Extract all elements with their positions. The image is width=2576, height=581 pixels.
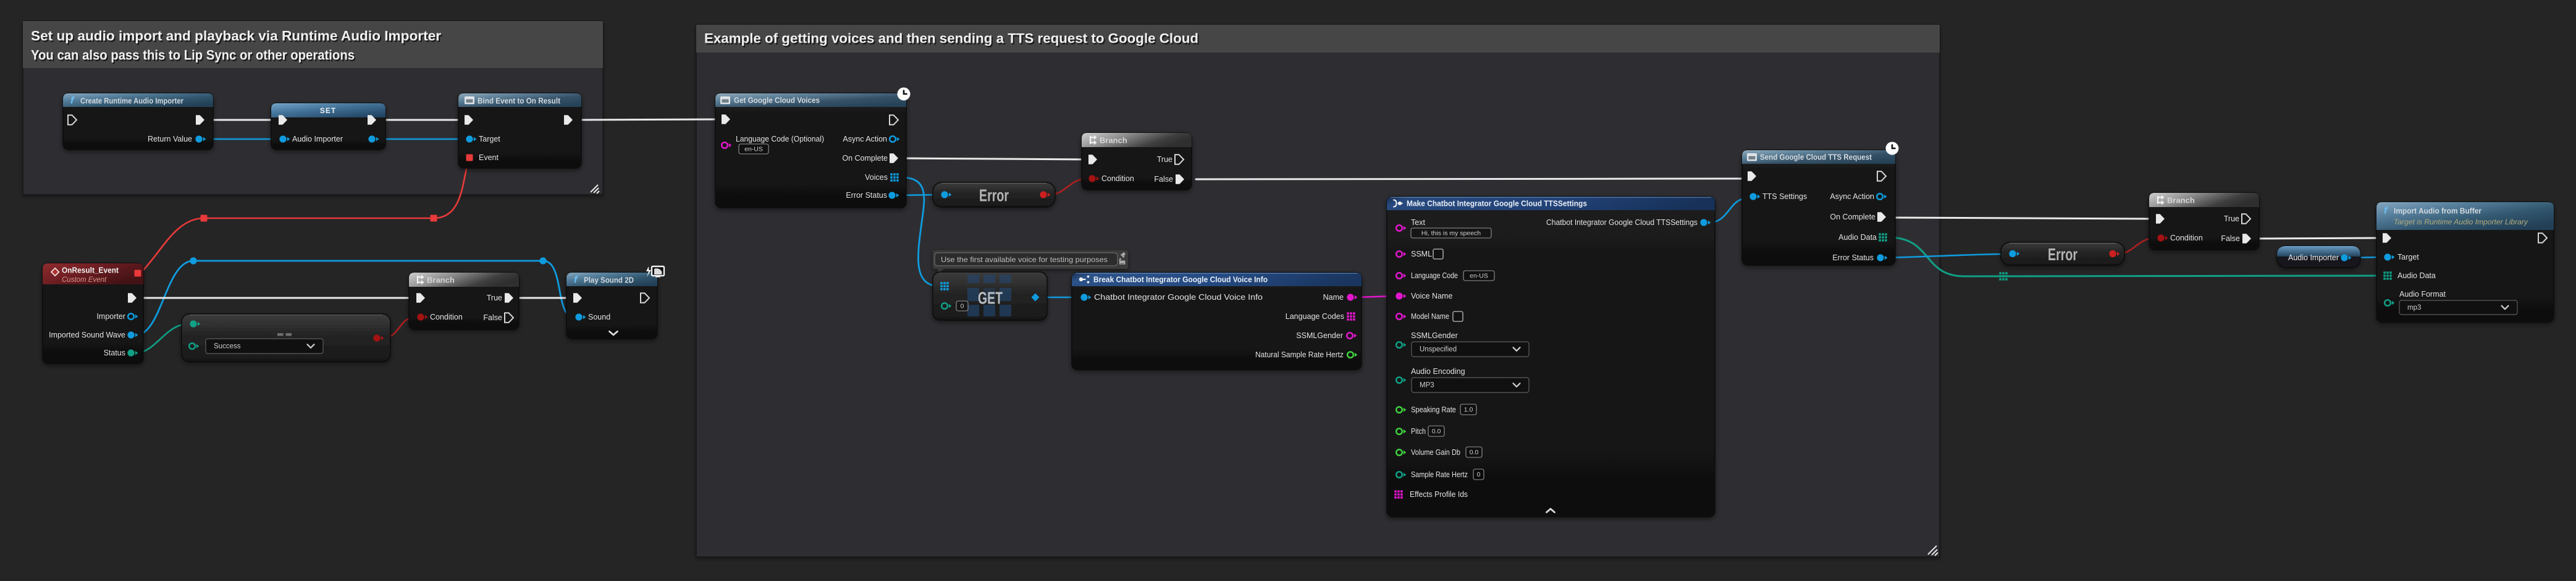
svg-text:On Complete: On Complete xyxy=(842,154,888,163)
svg-text:Language Codes: Language Codes xyxy=(1286,312,1344,321)
svg-text:Condition: Condition xyxy=(430,313,463,321)
svg-text:Text: Text xyxy=(1411,218,1425,227)
svg-text:SSMLGender: SSMLGender xyxy=(1411,331,1458,340)
svg-text:Branch: Branch xyxy=(1100,136,1127,145)
svg-text:Send Google Cloud TTS Request: Send Google Cloud TTS Request xyxy=(1760,153,1872,162)
svg-text:Audio Data: Audio Data xyxy=(1838,233,1877,242)
svg-text:Condition: Condition xyxy=(1101,174,1134,183)
svg-text:Error: Error xyxy=(2048,245,2077,264)
svg-text:en-US: en-US xyxy=(1470,273,1488,280)
svg-text:Break Chatbot Integrator Googl: Break Chatbot Integrator Google Cloud Vo… xyxy=(1093,275,1268,284)
svg-text:Audio Data: Audio Data xyxy=(2397,271,2436,280)
svg-text:Target: Target xyxy=(2397,253,2419,261)
svg-text:Example of getting voices and: Example of getting voices and then sendi… xyxy=(704,31,1198,46)
svg-text:Target is Runtime Audio Import: Target is Runtime Audio Importer Library xyxy=(2394,219,2528,226)
svg-text:1.0: 1.0 xyxy=(1464,406,1473,413)
svg-text:SSMLGender: SSMLGender xyxy=(1296,331,1343,340)
svg-text:Imported Sound Wave: Imported Sound Wave xyxy=(49,331,125,339)
svg-text:Importer: Importer xyxy=(96,312,125,321)
svg-text:Make Chatbot Integrator Google: Make Chatbot Integrator Google Cloud TTS… xyxy=(1407,199,1587,208)
svg-text:Branch: Branch xyxy=(2167,196,2195,205)
svg-text:Pitch: Pitch xyxy=(1411,427,1426,436)
svg-text:Error Status: Error Status xyxy=(846,191,887,200)
svg-text:0.0: 0.0 xyxy=(1432,428,1441,435)
svg-text:0.0: 0.0 xyxy=(1470,449,1479,456)
svg-text:Condition: Condition xyxy=(2170,234,2203,242)
svg-text:TTS Settings: TTS Settings xyxy=(1762,192,1807,201)
svg-text:0: 0 xyxy=(961,303,964,310)
svg-text:OnResult_Event: OnResult_Event xyxy=(62,266,119,275)
svg-text:Volume Gain Db: Volume Gain Db xyxy=(1411,448,1460,457)
svg-text:Voice Name: Voice Name xyxy=(1411,292,1452,300)
svg-text:Audio Importer: Audio Importer xyxy=(2288,253,2339,262)
svg-text:Import Audio from Buffer: Import Audio from Buffer xyxy=(2394,206,2481,216)
svg-text:Unspecified: Unspecified xyxy=(1420,346,1457,354)
svg-text:Error: Error xyxy=(979,186,1009,205)
svg-text:Audio Format: Audio Format xyxy=(2399,290,2446,299)
svg-text:Hi, this is my speech: Hi, this is my speech xyxy=(1421,230,1481,237)
svg-text:Sample Rate Hertz: Sample Rate Hertz xyxy=(1411,470,1468,479)
svg-text:GET: GET xyxy=(978,289,1003,308)
svg-text:Success: Success xyxy=(214,343,241,350)
svg-text:On Complete: On Complete xyxy=(1830,213,1875,221)
svg-text:Sound: Sound xyxy=(588,313,610,321)
svg-text:Chatbot Integrator Google Clou: Chatbot Integrator Google Cloud Voice In… xyxy=(1094,293,1263,302)
svg-text:Error Status: Error Status xyxy=(1832,253,1874,262)
svg-text:Language Code: Language Code xyxy=(1411,271,1458,280)
svg-text:Natural Sample Rate Hertz: Natural Sample Rate Hertz xyxy=(1255,350,1344,359)
svg-text:en-US: en-US xyxy=(744,146,763,153)
svg-text:Speaking Rate: Speaking Rate xyxy=(1411,405,1456,414)
svg-text:True: True xyxy=(1157,155,1172,164)
svg-text:Language Code (Optional): Language Code (Optional) xyxy=(736,135,824,143)
svg-text:MP3: MP3 xyxy=(1420,382,1434,389)
svg-text:Name: Name xyxy=(1323,293,1344,302)
svg-text:Audio Encoding: Audio Encoding xyxy=(1411,367,1465,376)
svg-text:Play Sound 2D: Play Sound 2D xyxy=(584,276,634,285)
svg-text:SSML: SSML xyxy=(1411,250,1432,258)
svg-text:Custom Event: Custom Event xyxy=(62,276,107,284)
svg-text:Return Value: Return Value xyxy=(148,135,192,143)
svg-text:Get Google Cloud Voices: Get Google Cloud Voices xyxy=(734,96,820,105)
svg-text:Bind Event to On Result: Bind Event to On Result xyxy=(478,96,561,106)
svg-text:Event: Event xyxy=(479,153,499,162)
svg-text:False: False xyxy=(2221,234,2240,243)
svg-text:False: False xyxy=(483,313,502,322)
svg-text:Chatbot Integrator Google Clou: Chatbot Integrator Google Cloud TTSSetti… xyxy=(1546,218,1698,227)
svg-text:Voices: Voices xyxy=(865,173,888,182)
svg-text:Set up audio import and playba: Set up audio import and playback via Run… xyxy=(31,28,441,44)
svg-text:Branch: Branch xyxy=(427,276,455,285)
svg-text:Audio Importer: Audio Importer xyxy=(292,135,343,143)
svg-text:SET: SET xyxy=(320,106,336,115)
svg-text:mp3: mp3 xyxy=(2407,304,2421,312)
svg-text:Async Action: Async Action xyxy=(1830,192,1874,201)
svg-text:True: True xyxy=(487,294,502,302)
svg-text:Create Runtime Audio Importer: Create Runtime Audio Importer xyxy=(80,96,183,106)
svg-text:0: 0 xyxy=(1477,471,1481,478)
svg-text:True: True xyxy=(2224,214,2239,223)
svg-text:Async Action: Async Action xyxy=(843,135,887,143)
svg-text:Effects Profile Ids: Effects Profile Ids xyxy=(1410,490,1468,499)
svg-text:Use the first available voice: Use the first available voice for testin… xyxy=(941,255,1108,264)
svg-text:Status: Status xyxy=(104,349,125,357)
svg-text:You can also pass this to Lip: You can also pass this to Lip Sync or ot… xyxy=(31,48,355,63)
svg-text:False: False xyxy=(1154,175,1173,184)
svg-text:Target: Target xyxy=(479,135,500,143)
svg-text:Model Name: Model Name xyxy=(1411,312,1449,321)
